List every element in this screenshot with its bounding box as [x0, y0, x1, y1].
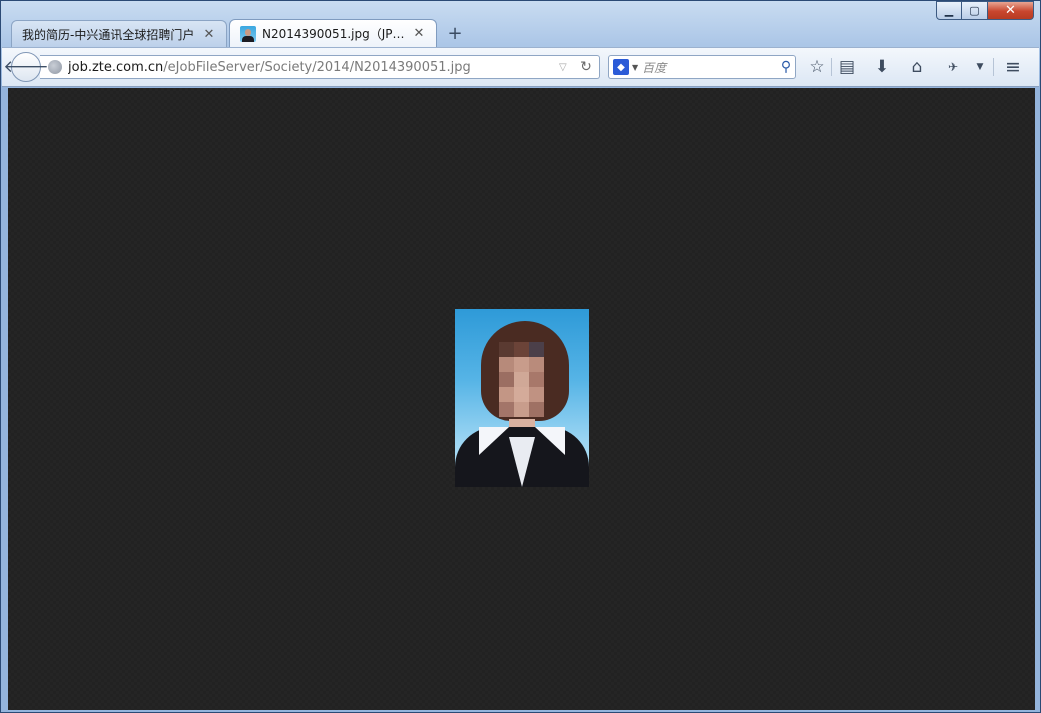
mosaic-pixel [514, 357, 529, 372]
addon-icon[interactable]: ✈ [942, 56, 964, 78]
window-caption-buttons: ▁ ▢ ✕ [936, 1, 1034, 20]
search-icon[interactable]: ⚲ [777, 59, 795, 75]
mosaic-pixel [514, 402, 529, 417]
back-icon: 🡐 [3, 57, 49, 77]
menu-icon[interactable]: ≡ [1002, 56, 1024, 78]
url-host: job.zte.com.cn [68, 59, 164, 75]
maximize-button[interactable]: ▢ [962, 1, 988, 20]
tab-strip: 我的简历-中兴通讯全球招聘门户 ✕ N2014390051.jpg（JPEG..… [11, 19, 467, 47]
search-bar[interactable]: ◆ ▼ 百度 ⚲ [608, 55, 796, 79]
search-input[interactable]: 百度 [642, 59, 777, 76]
browser-window: ▁ ▢ ✕ 我的简历-中兴通讯全球招聘门户 ✕ N2014390051.jpg（… [0, 0, 1041, 713]
download-icon[interactable]: ⬇ [871, 56, 893, 78]
mosaic-pixel [499, 357, 514, 372]
globe-icon [48, 60, 62, 74]
mosaic-pixel [499, 387, 514, 402]
image-favicon-icon [240, 25, 256, 42]
dropdown-icon[interactable]: ▽ [559, 62, 573, 73]
url-text[interactable]: job.zte.com.cn/eJobFileServer/Society/20… [68, 60, 559, 75]
addon-dropdown-icon[interactable]: ▼ [969, 56, 991, 78]
toolbar-separator [993, 58, 994, 76]
image-viewer-area [8, 88, 1035, 710]
mosaic-pixel [529, 357, 544, 372]
url-path: /eJobFileServer/Society/2014/N2014390051… [163, 59, 471, 75]
reload-icon[interactable]: ↻ [577, 59, 595, 75]
back-button[interactable]: 🡐 [3, 52, 49, 82]
tab-resume[interactable]: 我的简历-中兴通讯全球招聘门户 ✕ [11, 20, 227, 47]
close-window-button[interactable]: ✕ [988, 1, 1034, 20]
tab-title: 我的简历-中兴通讯全球招聘门户 [22, 27, 195, 42]
mosaic-pixel [499, 372, 514, 387]
mosaic-pixel [529, 402, 544, 417]
id-photo-image[interactable] [455, 309, 589, 487]
mosaic-pixel [499, 342, 514, 357]
mosaic-pixel [514, 372, 529, 387]
collar-left [479, 427, 509, 455]
mosaic-pixel [529, 372, 544, 387]
new-tab-button[interactable]: + [443, 21, 467, 45]
tab-image[interactable]: N2014390051.jpg（JPEG... ✕ [229, 19, 437, 47]
baidu-icon[interactable]: ◆ [613, 59, 629, 75]
tab-title: N2014390051.jpg（JPEG... [262, 27, 408, 41]
mosaic-pixel [514, 342, 529, 357]
mosaic-pixel [529, 387, 544, 402]
collar-right [535, 427, 565, 455]
minimize-button[interactable]: ▁ [936, 1, 962, 20]
close-tab-icon[interactable]: ✕ [412, 26, 426, 41]
reading-list-icon[interactable]: ▤ [836, 56, 858, 78]
close-tab-icon[interactable]: ✕ [202, 27, 216, 42]
engine-dropdown-icon[interactable]: ▼ [632, 63, 638, 72]
home-icon[interactable]: ⌂ [906, 56, 928, 78]
navigation-toolbar: job.zte.com.cn/eJobFileServer/Society/20… [2, 47, 1039, 87]
mosaic-pixel [529, 342, 544, 357]
mosaic-pixel [514, 387, 529, 402]
toolbar-separator [831, 58, 832, 76]
mosaic-pixel [499, 402, 514, 417]
address-bar[interactable]: job.zte.com.cn/eJobFileServer/Society/20… [40, 55, 600, 79]
bookmark-star-icon[interactable]: ☆ [806, 56, 828, 78]
